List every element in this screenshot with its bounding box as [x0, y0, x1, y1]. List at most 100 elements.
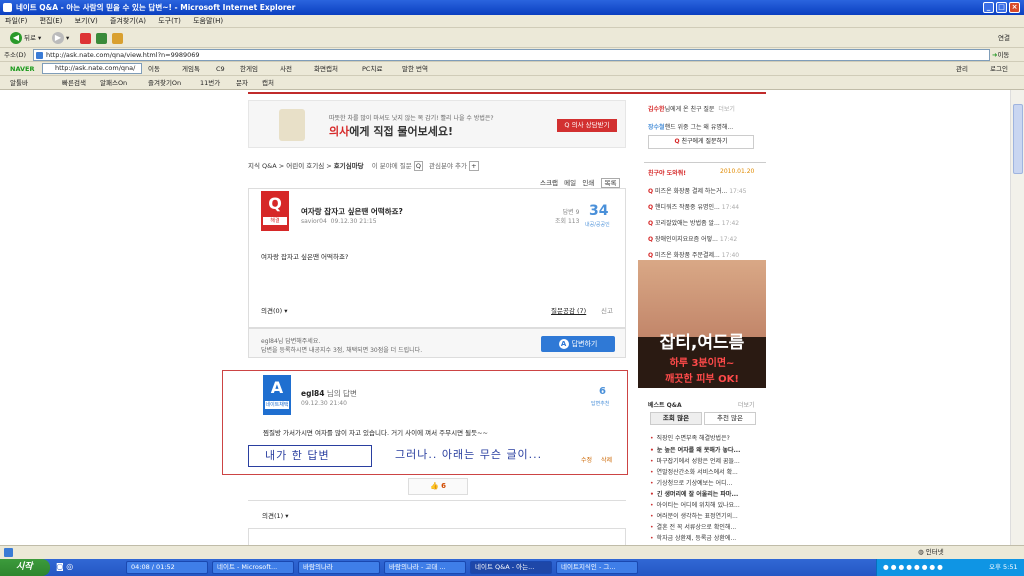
best-item[interactable]: • 여러분이 생각하는 표정연기의...: [650, 511, 760, 520]
sms[interactable]: 문자: [236, 77, 248, 89]
best-qna-title: 베스트 Q&A: [648, 402, 682, 409]
menu-view[interactable]: 보기(V): [70, 15, 103, 28]
alpass-on[interactable]: 알패스On: [100, 77, 127, 89]
thumb-icon: 👍: [429, 482, 439, 490]
best-item[interactable]: • 기상청으로 기상예보는 어디...: [650, 478, 760, 487]
best-more[interactable]: 더보기: [738, 400, 755, 409]
menu-bar: 파일(F) 편집(E) 보기(V) 즐겨찾기(A) 도구(T) 도움말(H): [0, 15, 1024, 28]
answer-delete[interactable]: 삭제: [601, 455, 612, 464]
vertical-scrollbar[interactable]: [1010, 90, 1024, 545]
friend-notice[interactable]: 김수한님에게 온 친구 질문 더보기: [648, 104, 735, 113]
stop-button[interactable]: [80, 31, 91, 45]
tray-icons[interactable]: ● ● ● ● ● ● ● ●: [883, 563, 943, 571]
help-item[interactable]: Q 꼬리잘았애는 방법좀 알... 17:42: [648, 218, 739, 227]
doctor-consult-button[interactable]: Q 의사 상담받기: [557, 119, 617, 132]
quick-launch-icons[interactable]: ◙ ◎: [56, 562, 73, 571]
window-titlebar: 네이트 Q&A - 아는 사람의 믿을 수 있는 답변~! - Microsof…: [0, 0, 1024, 15]
ask-icon[interactable]: Q: [413, 161, 423, 171]
report-link[interactable]: 신고: [601, 305, 613, 315]
forward-button[interactable]: ▶ ▾: [52, 31, 69, 45]
naver-gametalk[interactable]: 게임톡: [182, 63, 200, 75]
task-nate-knowledge[interactable]: 네이트지식인 - 그...: [556, 561, 638, 574]
address-input[interactable]: http://ask.nate.com/qna/view.html?n=9989…: [33, 49, 990, 61]
back-button[interactable]: ◀ 뒤로 ▾: [10, 31, 41, 45]
help-item[interactable]: Q 미즈온 화장품 주문결제... 17:40: [648, 250, 739, 259]
capture[interactable]: 캡처: [262, 77, 274, 89]
naver-search-input[interactable]: http://ask.nate.com/qna/: [42, 63, 142, 74]
altoolbar-menu[interactable]: 알툴바: [10, 77, 28, 89]
clock[interactable]: 오후 5:51: [989, 559, 1018, 576]
help-item[interactable]: Q 장애인이지요요즘 어떻... 17:42: [648, 234, 737, 243]
go-button[interactable]: ➜이동: [992, 49, 1009, 61]
minimize-button[interactable]: _: [983, 2, 994, 13]
refresh-button[interactable]: [96, 31, 107, 45]
tab-most-viewed[interactable]: 조회 많은: [650, 412, 702, 425]
doctor-ad-banner[interactable]: 따뜻한 차를 많이 마셔도 낫지 않는 목 감기! 빨리 나을 수 방법은? 의…: [248, 100, 626, 148]
menu-help[interactable]: 도움말(H): [188, 15, 228, 28]
task-media-player[interactable]: 04:08 / 01:52: [126, 561, 208, 574]
close-button[interactable]: ×: [1009, 2, 1020, 13]
skin-ad-sub2: 깨끗한 피부 OK!: [665, 374, 739, 385]
print-link[interactable]: 인쇄: [582, 179, 594, 187]
question-box: Q 해결 여자랑 잡자고 싶은땐 어떡하죠? savior04 09.12.30…: [248, 188, 626, 328]
answer-score-label: 답변추천: [591, 401, 610, 407]
taskbar: 시작 ◙ ◎ 04:08 / 01:52 네이트 - Microsoft... …: [0, 559, 1024, 576]
mail-link[interactable]: 메일: [564, 179, 576, 187]
best-item[interactable]: • 연말정산간소화 서비스에서 확...: [650, 467, 760, 476]
menu-favorites[interactable]: 즐겨찾기(A): [105, 15, 151, 28]
question-empathy[interactable]: 질문공감 (7): [551, 305, 586, 315]
naver-go[interactable]: 이동: [148, 63, 160, 75]
add-icon[interactable]: +: [469, 161, 479, 171]
eleven-street[interactable]: 11번가: [200, 77, 220, 89]
naver-dictionary[interactable]: 사전: [280, 63, 292, 75]
favorites-on[interactable]: 즐겨찾기On: [148, 77, 181, 89]
naver-capture[interactable]: 화면캡처: [314, 63, 338, 75]
best-item[interactable]: • 직장인 수면부족 해결방법은?: [650, 433, 760, 442]
best-item[interactable]: • 결혼 전 꼭 서류상으로 확인해...: [650, 522, 760, 531]
best-item[interactable]: • 학자금 상환제, 등록금 상환에...: [650, 533, 760, 542]
list-button[interactable]: 목록: [600, 178, 621, 188]
skin-ad-banner[interactable]: 잡티,여드름 하루 3분이면~ 깨끗한 피부 OK!: [638, 260, 766, 388]
maximize-button[interactable]: □: [996, 2, 1007, 13]
menu-file[interactable]: 파일(F): [0, 15, 32, 28]
question-badge: Q 해결: [261, 191, 289, 231]
quick-search[interactable]: 빠른검색: [62, 77, 86, 89]
best-item[interactable]: • 아이티는 어디에 위치해 있나요...: [650, 500, 760, 509]
naver-login[interactable]: 로그인: [990, 63, 1008, 75]
friend-notice-2[interactable]: 장수철핸드 위중 그는 왜 유명해...: [648, 122, 733, 131]
help-item[interactable]: Q 핸디워즈 작품중 유명인... 17:44: [648, 202, 739, 211]
globe-icon: ◍: [918, 548, 924, 556]
home-button[interactable]: [112, 31, 123, 45]
answer-comments[interactable]: 의견(1) ▾: [262, 510, 289, 520]
ad-line2: 의사에게 직접 물어보세요!: [329, 125, 454, 138]
task-nate-ie[interactable]: 네이트 - Microsoft...: [212, 561, 294, 574]
ask-friend-button[interactable]: Q 친구에게 질문하기: [648, 135, 754, 149]
skin-ad-sub1: 하루 3분이면~: [669, 358, 735, 369]
write-answer-button[interactable]: A 답변하기: [541, 336, 615, 352]
help-item[interactable]: Q 미즈온 화장품 결제 하는거... 17:45: [648, 186, 747, 195]
recommend-button[interactable]: 👍 6: [408, 478, 468, 495]
tab-most-recommended[interactable]: 추천 많은: [704, 412, 756, 425]
links-label[interactable]: 연결: [998, 31, 1010, 45]
naver-hangame[interactable]: 한게임: [240, 63, 258, 75]
answer-edit[interactable]: 수정: [581, 455, 592, 464]
naver-manage[interactable]: 관리: [956, 63, 968, 75]
best-item[interactable]: • 마구잡기에서 성함은 언제 꿈들...: [650, 456, 760, 465]
menu-edit[interactable]: 편집(E): [35, 15, 68, 28]
naver-pc-care[interactable]: PC치료: [362, 63, 382, 75]
best-item[interactable]: • 눈 높은 여자를 왜 못해가 놓다...: [650, 445, 760, 454]
answer-badge: A 네이트채택: [263, 375, 291, 415]
naver-translate[interactable]: 말한 번역: [402, 63, 428, 75]
scroll-thumb[interactable]: [1013, 104, 1023, 174]
task-baram[interactable]: 바람의나라: [298, 561, 380, 574]
system-tray: ● ● ● ● ● ● ● ● 오후 5:51: [876, 559, 1024, 576]
scrap-link[interactable]: 스크랩: [540, 179, 558, 187]
menu-tools[interactable]: 도구(T): [153, 15, 186, 28]
start-button[interactable]: 시작: [0, 559, 50, 576]
naver-c9[interactable]: C9: [216, 63, 225, 75]
best-item[interactable]: • 긴 생머리에 잘 어울리는 파마...: [650, 489, 760, 498]
task-nate-qna[interactable]: 네이트 Q&A - 아는...: [470, 561, 552, 574]
question-comments[interactable]: 의견(0) ▾: [261, 305, 288, 315]
annotation-below: 그러나.. 아래는 무슨 글이...: [395, 448, 543, 461]
task-baram-2[interactable]: 바람의나라 - 고대 ...: [384, 561, 466, 574]
